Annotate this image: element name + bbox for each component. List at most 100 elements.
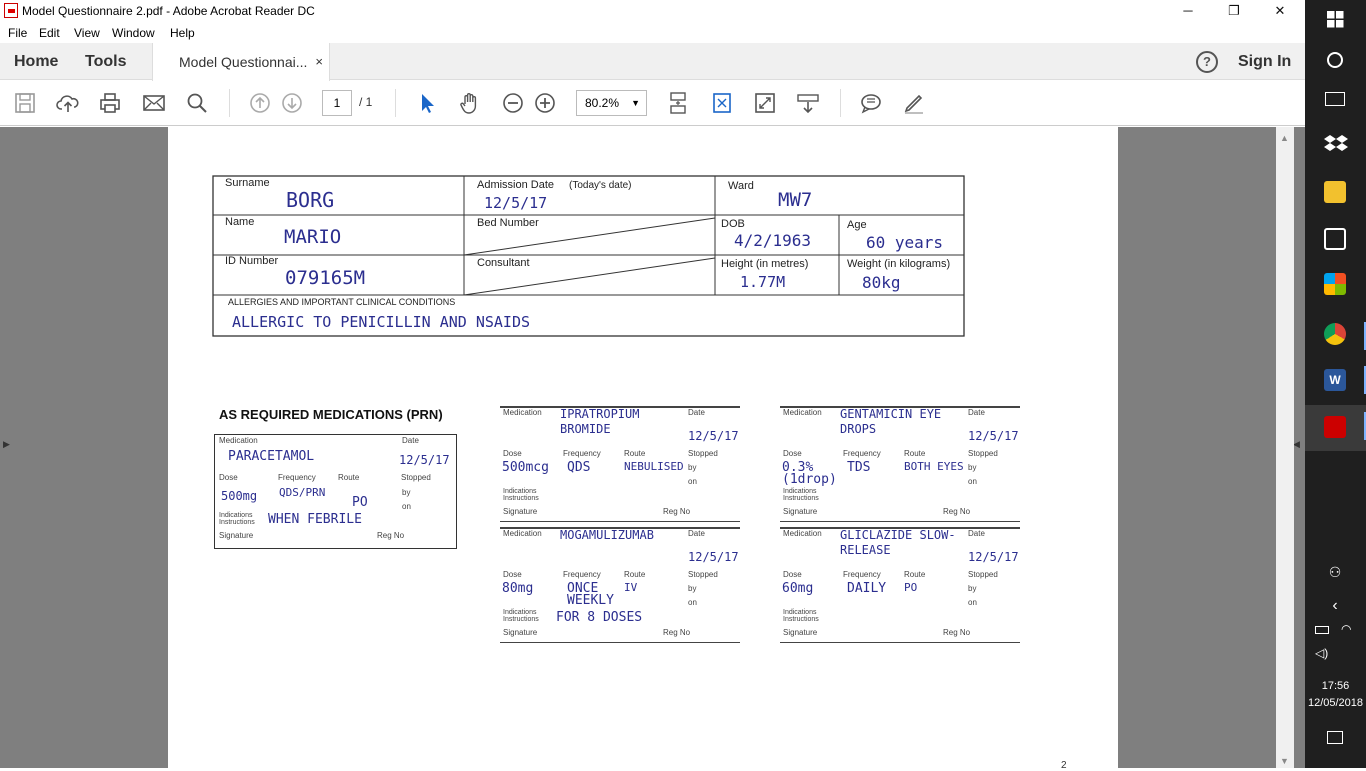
menu-file[interactable]: File: [8, 26, 27, 40]
close-tab-icon[interactable]: ×: [315, 54, 323, 69]
task-view-icon[interactable]: [1325, 92, 1345, 106]
tab-document[interactable]: Model Questionnai... ×: [152, 43, 330, 81]
right-panel-toggle-icon[interactable]: ◀: [1293, 439, 1300, 450]
store-icon[interactable]: [1324, 273, 1346, 295]
acrobat-taskbar-icon[interactable]: [1324, 416, 1346, 438]
document-viewer[interactable]: ▶ ◀ Surname BORG Admission Date (Today's…: [0, 127, 1305, 771]
card-frequency-label: Frequency: [843, 449, 881, 458]
card-on-label: on: [688, 477, 697, 486]
menu-edit[interactable]: Edit: [39, 26, 60, 40]
card-frequency-label: Frequency: [563, 570, 601, 579]
card-medication-label: Medication: [783, 408, 822, 417]
tab-tools[interactable]: Tools: [85, 53, 126, 71]
card-stopped-label: Stopped: [968, 449, 998, 458]
vertical-scrollbar[interactable]: ▲ ▼: [1276, 127, 1294, 768]
menu-help[interactable]: Help: [170, 26, 195, 40]
prn-dose-label: Dose: [219, 473, 238, 482]
comment-icon[interactable]: [859, 91, 883, 115]
people-icon[interactable]: ⚇: [1321, 560, 1349, 584]
page-number-input[interactable]: 1: [322, 90, 352, 116]
scroll-mode-icon[interactable]: [666, 91, 690, 115]
id-number-value: 079165M: [285, 267, 366, 289]
card-indications-label: Indications Instructions: [503, 488, 539, 502]
prn-frequency-value: QDS/PRN: [279, 486, 326, 499]
card-rule: [780, 521, 1020, 522]
close-window-button[interactable]: ✕: [1257, 0, 1303, 22]
card-date-value: 12/5/17: [688, 550, 739, 564]
id-number-label: ID Number: [225, 255, 279, 267]
wifi-icon[interactable]: ◠: [1341, 622, 1351, 636]
weight-label: Weight (in kilograms): [847, 258, 951, 270]
clock-date[interactable]: 12/05/2018: [1305, 697, 1366, 709]
chevron-up-icon[interactable]: ‹: [1321, 594, 1349, 618]
battery-icon[interactable]: [1315, 626, 1329, 634]
next-page-icon[interactable]: [280, 91, 304, 115]
maximize-button[interactable]: ❐: [1211, 0, 1257, 22]
sign-in-button[interactable]: Sign In: [1238, 53, 1291, 71]
fit-page-icon[interactable]: [710, 91, 734, 115]
zoom-value: 80.2%: [585, 96, 620, 110]
toolbar: 1 / 1 80.2% ▼: [0, 81, 1305, 126]
word-icon[interactable]: W: [1324, 369, 1346, 391]
print-icon[interactable]: [98, 91, 122, 115]
prn-indications-value: WHEN FEBRILE: [268, 512, 362, 527]
tab-home[interactable]: Home: [14, 53, 58, 71]
prn-date-value: 12/5/17: [399, 453, 450, 467]
chrome-icon[interactable]: [1324, 323, 1346, 345]
prn-signature-label: Signature: [219, 531, 254, 540]
card-date-label: Date: [688, 408, 705, 417]
zoom-in-icon[interactable]: [533, 91, 557, 115]
mail-app-icon[interactable]: [1324, 228, 1346, 250]
prn-stopped-label: Stopped: [401, 473, 431, 482]
card-frequency-value: ONCE WEEKLY: [567, 581, 614, 608]
card-date-label: Date: [968, 529, 985, 538]
card-reg-no-label: Reg No: [943, 628, 971, 637]
card-medication-label: Medication: [503, 529, 542, 538]
save-icon[interactable]: [13, 91, 37, 115]
full-screen-icon[interactable]: [753, 91, 777, 115]
zoom-select[interactable]: 80.2% ▼: [576, 90, 647, 116]
minimize-button[interactable]: ─: [1165, 0, 1211, 22]
prev-page-icon[interactable]: [248, 91, 272, 115]
card-dose-label: Dose: [503, 570, 522, 579]
card-frequency-value: TDS: [847, 460, 871, 475]
upload-icon[interactable]: [56, 91, 80, 115]
card-date-value: 12/5/17: [688, 429, 739, 443]
prn-reg-no-label: Reg No: [377, 531, 405, 540]
prn-medication-label: Medication: [219, 436, 258, 445]
select-cursor-icon[interactable]: [415, 91, 439, 115]
search-icon[interactable]: [185, 91, 209, 115]
card-by-label: by: [968, 584, 977, 593]
ward-value: MW7: [778, 189, 813, 211]
age-value: 60 years: [866, 233, 944, 252]
scroll-up-icon[interactable]: ▲: [1280, 133, 1289, 143]
card-route-value: IV: [624, 581, 638, 594]
hand-icon[interactable]: [458, 91, 482, 115]
zoom-out-icon[interactable]: [501, 91, 525, 115]
card-route-value: BOTH EYES: [904, 460, 964, 473]
help-icon[interactable]: ?: [1196, 51, 1218, 73]
scroll-down-icon[interactable]: ▼: [1280, 756, 1289, 766]
card-stopped-label: Stopped: [688, 449, 718, 458]
clock-time[interactable]: 17:56: [1305, 680, 1366, 692]
menu-window[interactable]: Window: [112, 26, 155, 40]
notifications-icon[interactable]: [1327, 731, 1343, 744]
pen-icon[interactable]: [902, 91, 926, 115]
menu-bar: File Edit View Window Help: [0, 22, 1305, 43]
file-explorer-icon[interactable]: [1324, 181, 1346, 203]
volume-icon[interactable]: ◁): [1315, 646, 1328, 660]
left-panel-toggle-icon[interactable]: ▶: [3, 439, 10, 450]
name-value: MARIO: [284, 226, 342, 248]
mail-icon[interactable]: [142, 91, 166, 115]
menu-view[interactable]: View: [74, 26, 100, 40]
read-mode-icon[interactable]: [796, 91, 820, 115]
dropbox-icon[interactable]: [1324, 133, 1348, 155]
card-stopped-label: Stopped: [968, 570, 998, 579]
card-indications-label: Indications Instructions: [503, 609, 539, 623]
acrobat-app-icon: [4, 3, 18, 18]
cortana-icon[interactable]: [1327, 52, 1343, 68]
windows-start-icon[interactable]: [1327, 11, 1344, 28]
card-signature-label: Signature: [783, 628, 818, 637]
card-route-label: Route: [624, 449, 646, 458]
prn-on-label: on: [402, 502, 411, 511]
